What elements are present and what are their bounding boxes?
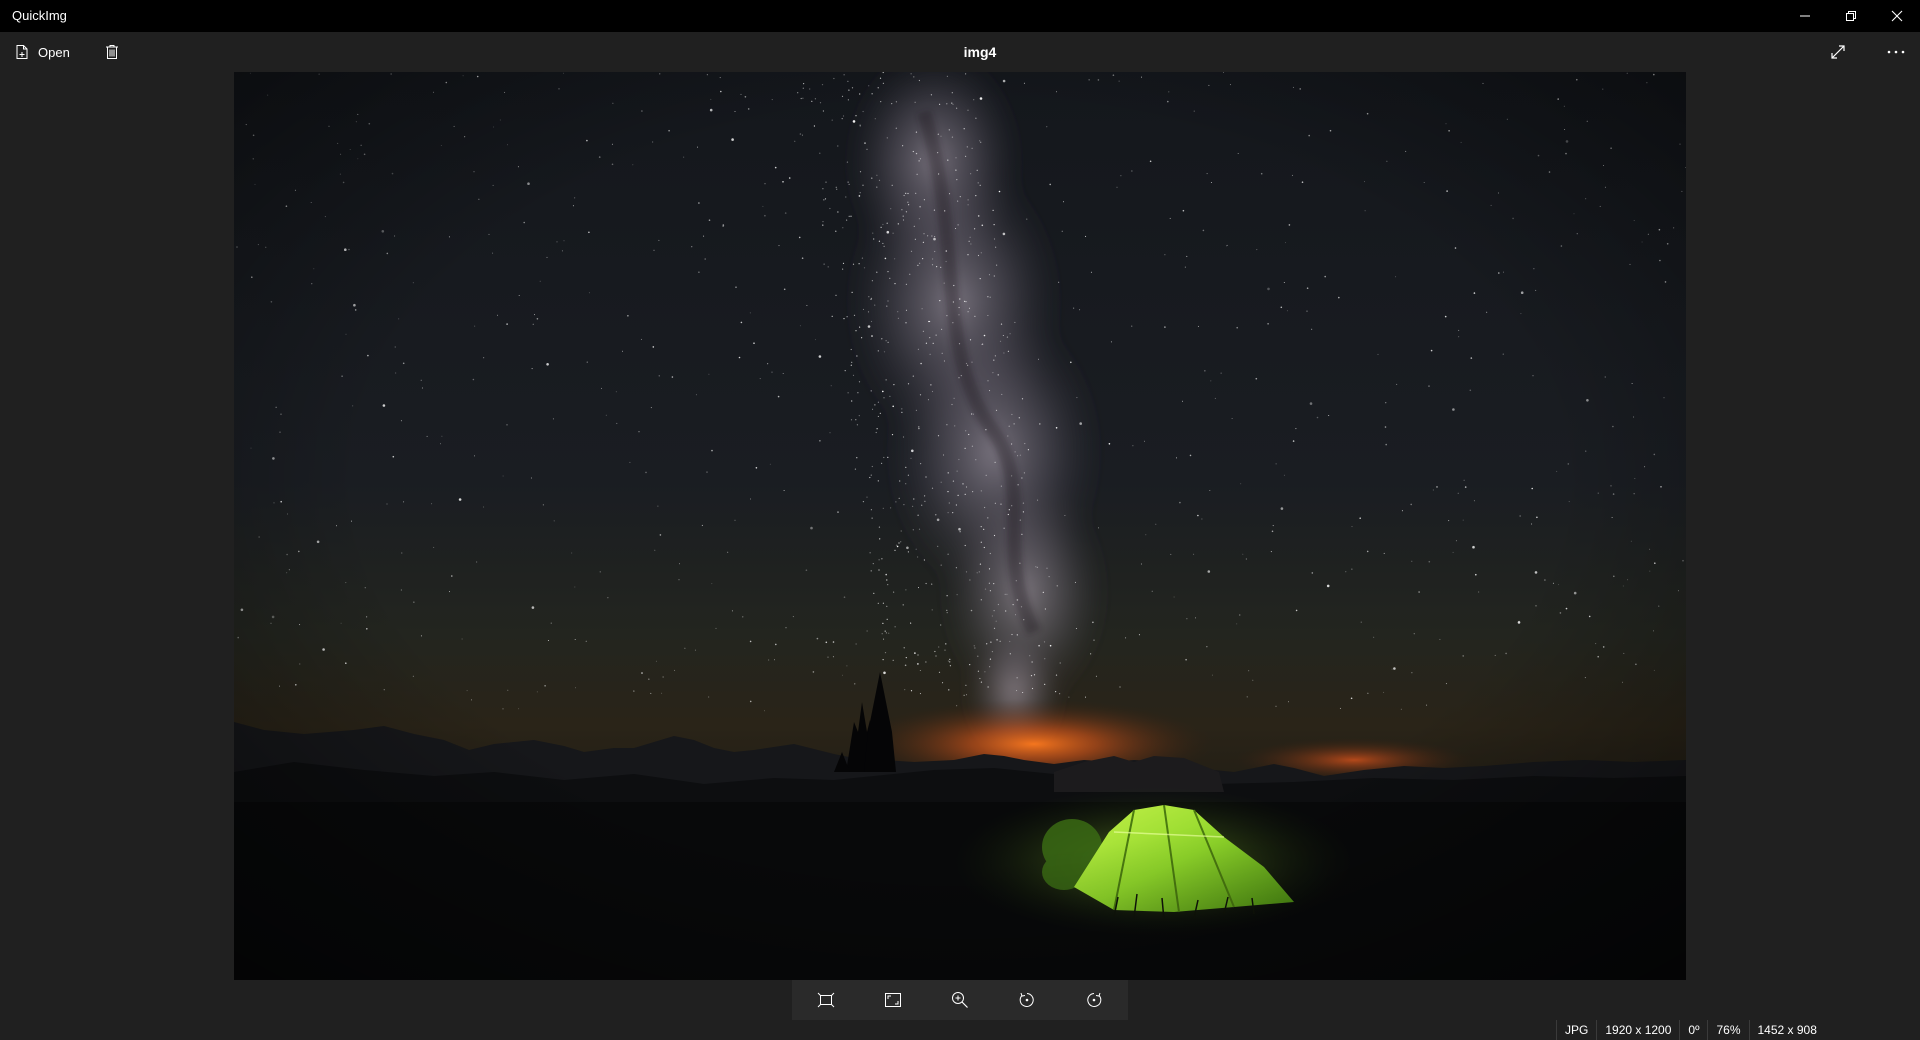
rotate-right-button[interactable]	[1061, 980, 1128, 1020]
restore-button[interactable]	[1828, 0, 1874, 32]
status-zoom: 76%	[1707, 1020, 1748, 1040]
status-bar: JPG 1920 x 1200 0º 76% 1452 x 908	[1556, 1020, 1825, 1040]
delete-button[interactable]	[98, 38, 126, 66]
command-bar: Open img4	[0, 32, 1920, 72]
rotate-left-icon	[1019, 992, 1034, 1007]
rotate-left-button[interactable]	[994, 980, 1061, 1020]
photo	[234, 72, 1686, 980]
rotate-right-icon	[1087, 992, 1102, 1007]
fit-to-window-button[interactable]	[792, 980, 859, 1020]
close-button[interactable]	[1874, 0, 1920, 32]
status-format: JPG	[1556, 1020, 1596, 1040]
close-icon	[1891, 10, 1903, 22]
minimize-icon	[1800, 15, 1810, 17]
trash-icon	[106, 45, 118, 59]
actual-size-button[interactable]	[859, 980, 926, 1020]
fit-to-window-icon	[817, 992, 834, 1008]
zoom-in-button[interactable]	[926, 980, 993, 1020]
fullscreen-button[interactable]	[1824, 38, 1852, 66]
file-add-icon	[16, 45, 28, 59]
status-rotation: 0º	[1679, 1020, 1707, 1040]
title-bar: QuickImg	[0, 0, 1920, 32]
zoom-in-icon	[952, 992, 968, 1008]
image-toolbar	[792, 980, 1128, 1020]
expand-diagonal-icon	[1831, 45, 1845, 59]
more-horizontal-icon	[1887, 50, 1905, 54]
restore-icon	[1846, 11, 1856, 21]
status-display-size: 1452 x 908	[1748, 1020, 1825, 1040]
image-viewport[interactable]	[234, 72, 1686, 980]
app-window: QuickImg Open img4 JPG 1920 x 1200 0º 76…	[0, 0, 1920, 1040]
open-button[interactable]: Open	[8, 38, 76, 66]
app-title: QuickImg	[12, 8, 67, 23]
open-button-label: Open	[38, 44, 70, 60]
document-title: img4	[963, 44, 997, 60]
actual-size-icon	[884, 993, 901, 1007]
status-resolution: 1920 x 1200	[1596, 1020, 1679, 1040]
minimize-button[interactable]	[1782, 0, 1828, 32]
more-button[interactable]	[1882, 38, 1910, 66]
